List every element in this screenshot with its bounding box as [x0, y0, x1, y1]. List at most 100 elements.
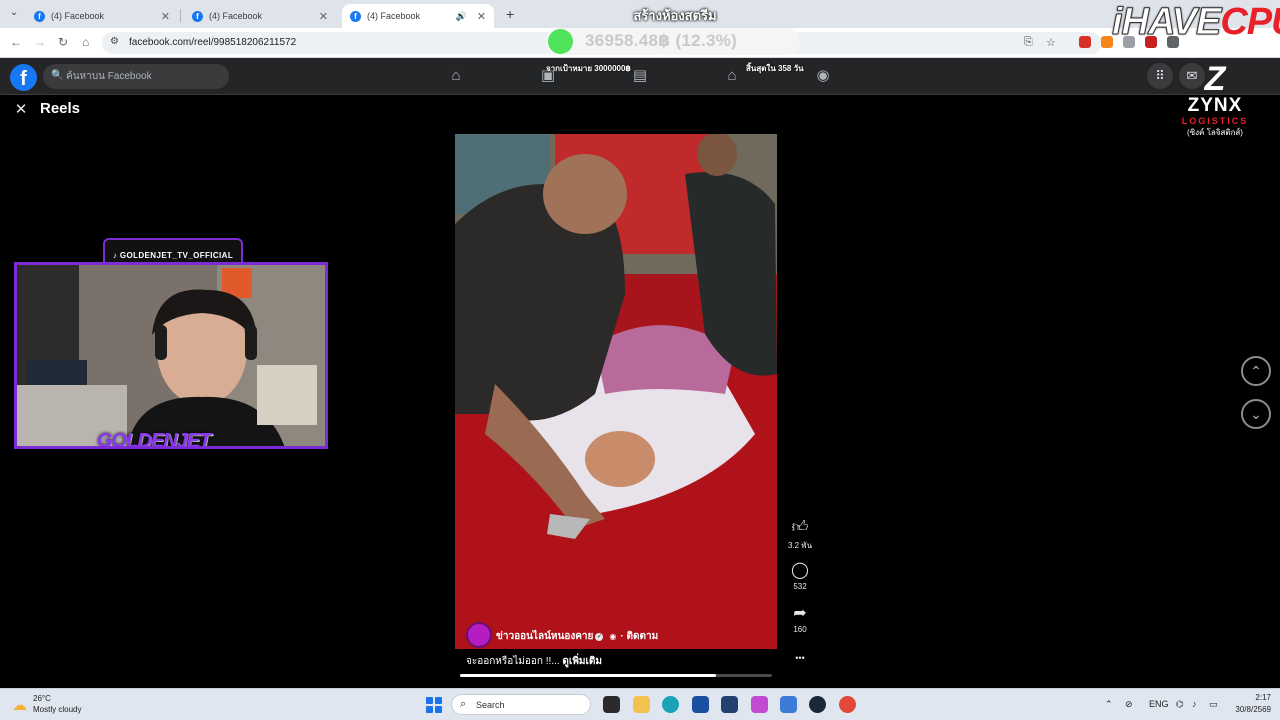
browser-tab-1[interactable]: f (4) Facebook ✕: [26, 4, 178, 28]
tab-close-icon[interactable]: ✕: [319, 10, 328, 23]
reel-author-name[interactable]: ข่าวออนไลน์หนองคาย: [496, 631, 593, 642]
tab-title: (4) Facebook: [51, 11, 105, 21]
volume-icon[interactable]: ♪: [1192, 699, 1197, 709]
app-icon[interactable]: [780, 696, 797, 713]
stats-icon[interactable]: ▤: [630, 66, 650, 86]
follow-button[interactable]: ติดตาม: [627, 631, 659, 642]
days-left-text: สิ้นสุดใน 358 วัน: [746, 64, 804, 73]
tray-chevron-icon[interactable]: ⌃: [1105, 699, 1113, 710]
speaker-icon[interactable]: 🔊: [456, 11, 467, 22]
zynx-mark: Z: [1204, 60, 1226, 98]
search-icon: 🔍: [51, 70, 64, 81]
facebook-top-bar: f 🔍 ⌂ ▣ ▤ ⌂ ◉ ⠿ ✉: [0, 58, 1280, 95]
reel-caption: จะออกหรือไม่ออก !!... ดูเพิ่มเติม: [466, 654, 602, 669]
facebook-favicon-icon: f: [350, 10, 361, 22]
reel-author-line: ข่าวออนไลน์หนองคาย ✓ ◉ · ติดตาม: [496, 629, 658, 644]
adblock-extension-icon[interactable]: [1079, 36, 1091, 48]
reel-caption-text: จะออกหรือไม่ออก !!...: [466, 656, 560, 667]
stream-room-title: สร้างห้องสตรีม: [633, 8, 717, 23]
new-tab-button[interactable]: +: [506, 6, 514, 22]
install-app-icon[interactable]: ⎘: [1024, 36, 1033, 49]
webcam-handle: ♪ GOLDENJET_TV_OFFICIAL: [112, 251, 234, 260]
like-button[interactable]: 👍︎ 3.2 พัน: [784, 518, 816, 552]
comment-count: 532: [793, 582, 807, 591]
webcam-image: [17, 265, 325, 446]
tab-title: (4) Facebook: [209, 11, 263, 21]
zynx-sponsor-logo: Z ZYNX LOGISTICS (ซิงค์ โลจิสติกส์): [1170, 62, 1260, 138]
reel-progress-fill: [460, 674, 716, 677]
zynx-thai-name: (ซิงค์ โลจิสติกส์): [1187, 128, 1243, 137]
verified-badge-icon: ✓: [595, 633, 604, 641]
page-title: Reels: [40, 100, 81, 117]
reel-progress-bar[interactable]: [460, 674, 772, 677]
network-icon[interactable]: ⊘: [1125, 699, 1133, 710]
search-icon: ⌕: [460, 698, 467, 710]
thumbs-up-icon: 👍︎: [791, 519, 809, 536]
see-more-link[interactable]: ดูเพิ่มเติม: [562, 656, 602, 667]
close-reels-button[interactable]: ✕: [11, 100, 31, 120]
reload-icon[interactable]: ↻: [58, 35, 68, 49]
reel-video[interactable]: [455, 134, 777, 649]
donation-goal-text: จากเป้าหมาย 3000000฿: [546, 64, 631, 73]
webcam-streamer-name: GOLDENJET: [97, 430, 211, 449]
donation-amount: 36958.48฿ (12.3%): [585, 31, 738, 50]
like-count: 3.2 พัน: [787, 541, 813, 550]
donation-progress-dot: [548, 29, 573, 54]
weather-description[interactable]: Mostly cloudy: [33, 705, 81, 714]
site-info-icon[interactable]: ⚙: [110, 36, 119, 47]
donation-goal-bar: 36958.48฿ (12.3%): [545, 28, 800, 55]
tab-divider: [180, 9, 181, 22]
clock-time[interactable]: 2:17: [1231, 693, 1271, 702]
share-button[interactable]: ➦ 160: [784, 604, 816, 634]
webcam-feed: GOLDENJET: [14, 262, 328, 449]
more-dots-icon: •••: [795, 653, 805, 663]
language-indicator[interactable]: ENG: [1149, 699, 1169, 709]
forward-arrow-icon[interactable]: →: [34, 35, 46, 49]
reel-video-frame: [455, 134, 777, 649]
next-reel-button[interactable]: ⌄: [1241, 399, 1271, 429]
share-icon: ➦: [793, 605, 807, 622]
comment-icon: ◯: [791, 562, 809, 579]
copilot-icon[interactable]: [751, 696, 768, 713]
taskbar-search[interactable]: ⌕ Search: [451, 694, 591, 715]
facebook-favicon-icon: f: [34, 10, 45, 22]
tab-close-icon[interactable]: ✕: [477, 10, 486, 23]
tab-search-chevron-icon[interactable]: ⌄: [6, 5, 22, 21]
home-icon[interactable]: ⌂: [446, 66, 466, 86]
weather-temperature[interactable]: 26°C: [33, 694, 51, 703]
tab-close-icon[interactable]: ✕: [161, 10, 170, 23]
more-options-button[interactable]: •••: [784, 648, 816, 668]
share-count: 160: [793, 625, 807, 634]
browser-tab-2[interactable]: f (4) Facebook ✕: [184, 4, 336, 28]
zynx-name: ZYNX: [1187, 95, 1243, 116]
windows-taskbar: ☁ 26°C Mostly cloudy ⌕ Search ⌃ ⊘ ENG ⌬ …: [0, 688, 1280, 720]
wifi-icon[interactable]: ⌬: [1176, 699, 1184, 710]
app-icon[interactable]: [692, 696, 709, 713]
separator-dot: ·: [620, 631, 624, 642]
steam-icon[interactable]: [809, 696, 826, 713]
task-view-icon[interactable]: [603, 696, 620, 713]
groups-icon[interactable]: ◉: [813, 66, 833, 86]
chrome-icon[interactable]: [839, 696, 856, 713]
facebook-favicon-icon: f: [192, 10, 203, 22]
back-arrow-icon[interactable]: ←: [10, 35, 22, 49]
taskbar-search-label: Search: [476, 700, 505, 710]
url-text[interactable]: facebook.com/reel/998518206211572: [129, 37, 296, 48]
previous-reel-button[interactable]: ⌃: [1241, 356, 1271, 386]
facebook-logo[interactable]: f: [10, 64, 37, 91]
bookmark-star-icon[interactable]: ☆: [1046, 36, 1056, 49]
reel-author-avatar[interactable]: [466, 622, 492, 648]
file-explorer-icon[interactable]: [633, 696, 650, 713]
windows-start-icon[interactable]: [426, 697, 442, 713]
weather-cloud-icon[interactable]: ☁: [12, 696, 27, 714]
browser-tab-3-active[interactable]: f (4) Facebook 🔊 ✕: [342, 4, 494, 28]
edge-icon[interactable]: [662, 696, 679, 713]
facebook-search[interactable]: 🔍: [43, 64, 229, 89]
store-icon[interactable]: [721, 696, 738, 713]
marketplace-icon[interactable]: ⌂: [722, 66, 742, 86]
globe-icon: ◉: [609, 632, 617, 641]
facebook-search-input[interactable]: [66, 67, 221, 86]
comment-button[interactable]: ◯ 532: [784, 561, 816, 591]
home-icon[interactable]: ⌂: [82, 35, 89, 49]
clock-date[interactable]: 30/8/2569: [1213, 705, 1271, 714]
